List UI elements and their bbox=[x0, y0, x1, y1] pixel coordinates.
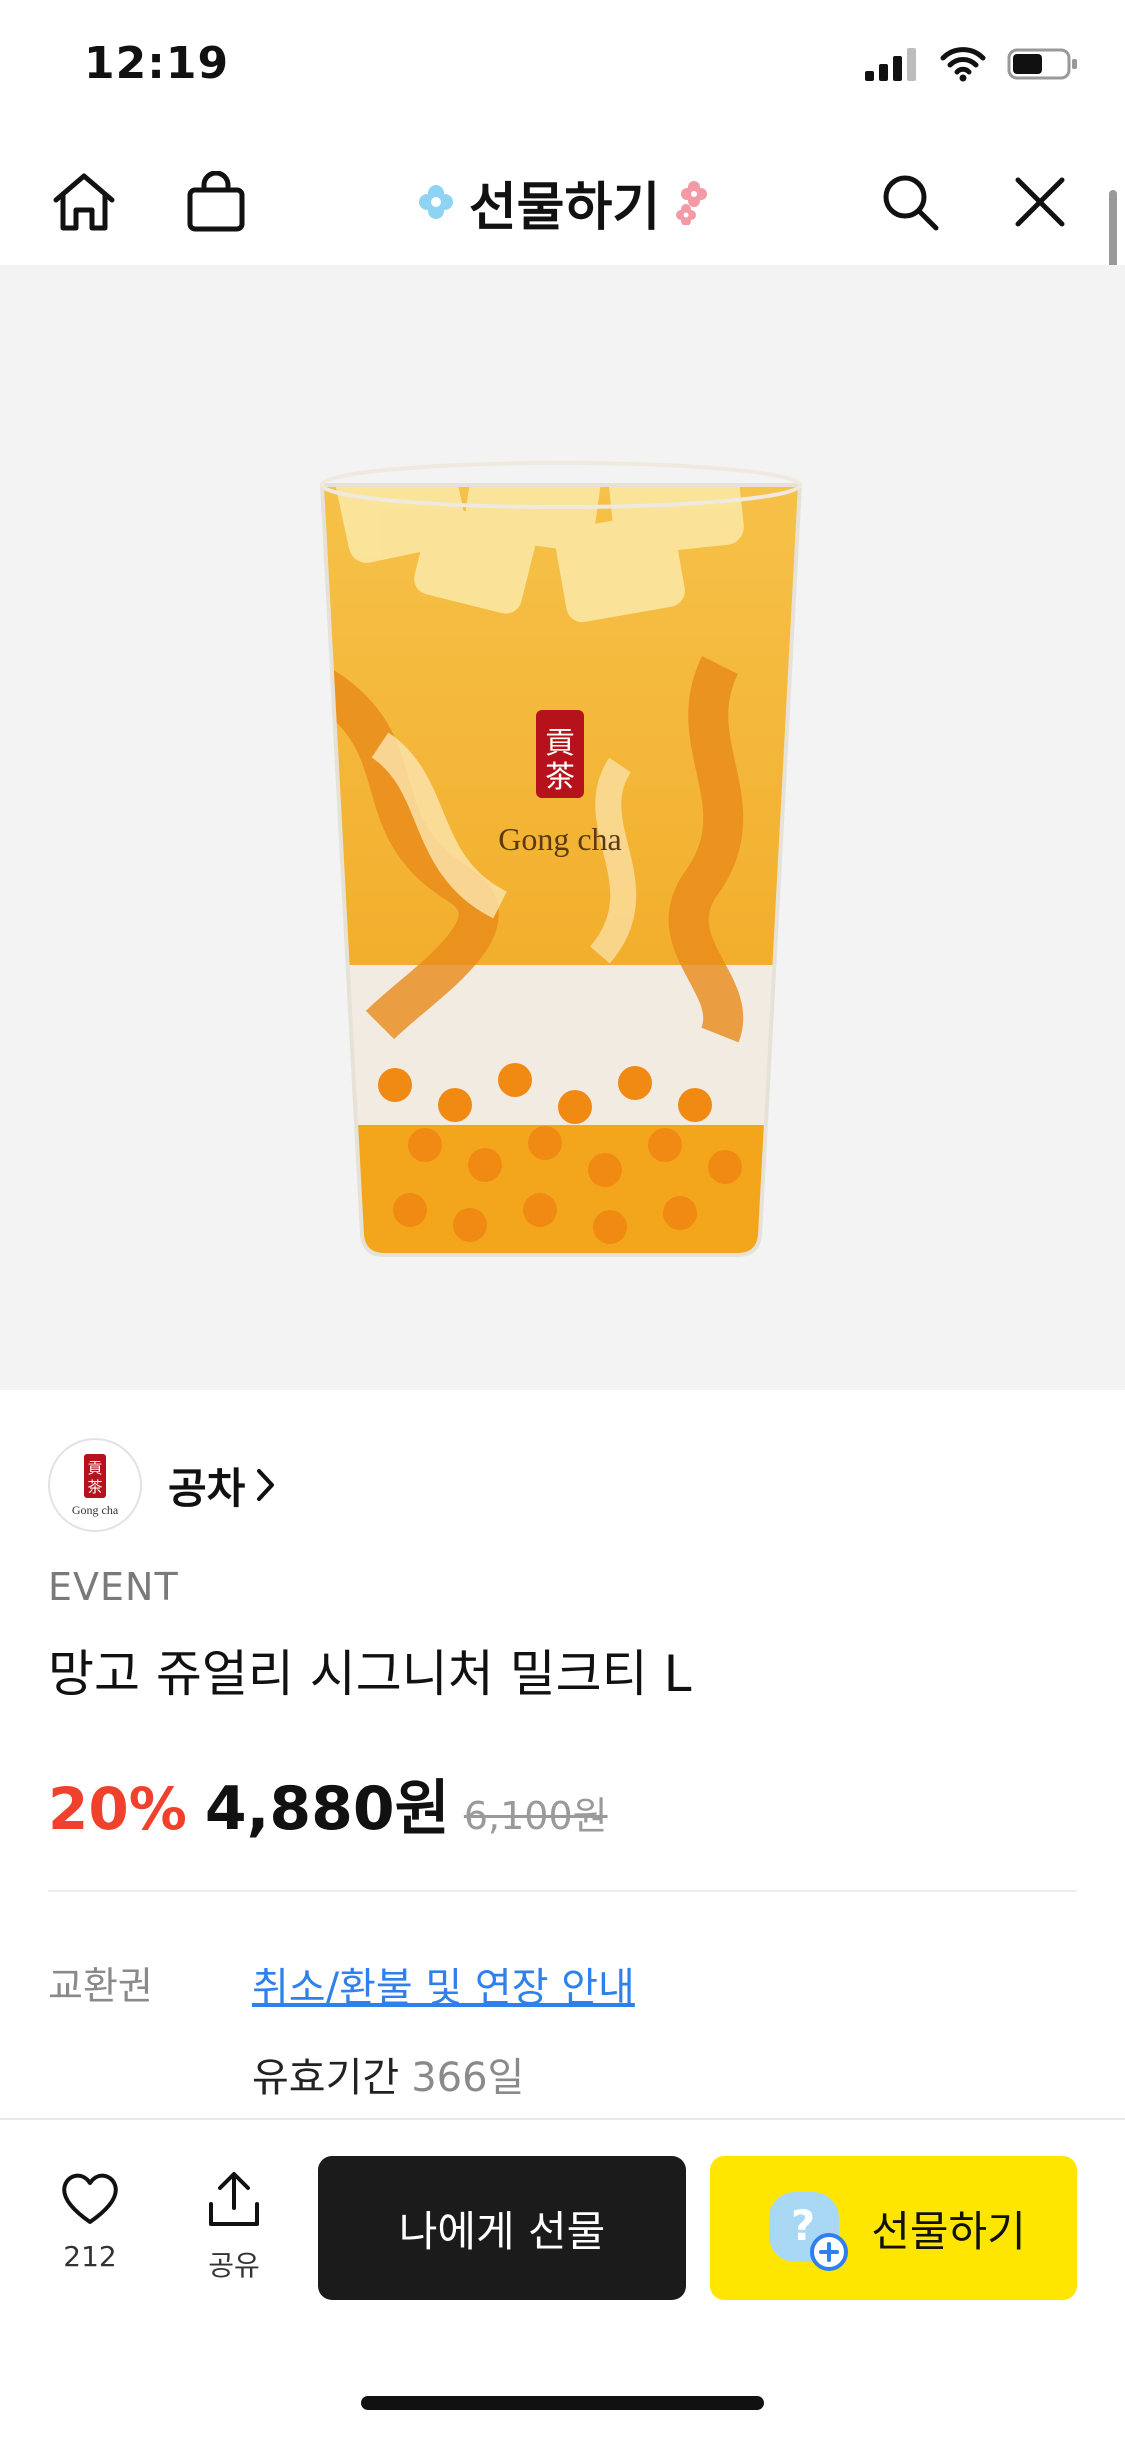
validity-label: 유효기간 bbox=[252, 2055, 400, 2101]
original-price: 6,100원 bbox=[463, 1794, 608, 1838]
friend-add-icon: ? bbox=[769, 2192, 849, 2271]
price-row: 20% 4,880원 6,100원 bbox=[48, 1760, 608, 1847]
gongcha-logo-mark: 貢 茶 bbox=[536, 710, 584, 798]
nav-bar: 선물하기 bbox=[0, 140, 1125, 265]
brand-row[interactable]: 貢 茶 Gong cha 공차 bbox=[48, 1435, 277, 1535]
refund-info-link[interactable]: 취소/환불 및 연장 안내 bbox=[252, 1955, 635, 2013]
search-button[interactable] bbox=[870, 162, 950, 242]
status-icons bbox=[863, 46, 1079, 82]
brand-name: 공차 bbox=[168, 1463, 246, 1513]
product-image: 貢 茶 Gong cha bbox=[0, 265, 1125, 1390]
svg-text:茶: 茶 bbox=[87, 1478, 102, 1496]
share-button[interactable]: 공유 bbox=[184, 2170, 284, 2284]
blue-flower-icon bbox=[418, 185, 453, 219]
brand-logo-icon: 貢 茶 Gong cha bbox=[72, 1454, 119, 1517]
svg-text:貢: 貢 bbox=[545, 726, 575, 761]
event-label: EVENT bbox=[48, 1565, 179, 1609]
pink-flower-icon bbox=[676, 181, 708, 225]
wifi-icon bbox=[940, 47, 986, 82]
bottom-action-bar: 212 공유 나에게 선물 ? 선물하기 bbox=[0, 2118, 1125, 2438]
drink-cup-illustration: 貢 茶 Gong cha bbox=[319, 461, 803, 1257]
svg-text:Gong cha: Gong cha bbox=[72, 1503, 119, 1517]
status-bar: 12:19 bbox=[0, 0, 1125, 130]
svg-text:茶: 茶 bbox=[545, 760, 575, 795]
validity-row: 유효기간 366일 bbox=[252, 2045, 524, 2103]
like-button[interactable]: 212 bbox=[40, 2170, 140, 2273]
gift-button[interactable]: ? 선물하기 bbox=[710, 2156, 1077, 2300]
share-label: 공유 bbox=[208, 2249, 260, 2282]
like-count: 212 bbox=[63, 2240, 117, 2273]
gift-button-label: 선물하기 bbox=[871, 2206, 1026, 2256]
svg-text:?: ? bbox=[791, 2201, 815, 2250]
close-button[interactable] bbox=[1000, 162, 1080, 242]
share-icon bbox=[209, 2172, 259, 2226]
heart-icon bbox=[62, 2173, 118, 2224]
status-time: 12:19 bbox=[84, 38, 230, 89]
discount-rate: 20% bbox=[48, 1775, 187, 1843]
nav-title-text: 선물하기 bbox=[468, 177, 661, 238]
brand-logo: 貢 茶 Gong cha bbox=[48, 1438, 142, 1532]
nav-title: 선물하기 bbox=[0, 162, 1125, 242]
product-title: 망고 쥬얼리 시그니처 밀크티 L bbox=[48, 1645, 692, 1703]
battery-icon bbox=[1007, 48, 1077, 80]
divider bbox=[48, 1890, 1077, 1892]
search-icon bbox=[883, 175, 939, 231]
chevron-right-icon bbox=[255, 1467, 277, 1503]
signal-icon bbox=[865, 48, 916, 81]
validity-value: 366일 bbox=[411, 2055, 525, 2101]
home-indicator bbox=[361, 2396, 764, 2410]
gift-to-self-button[interactable]: 나에게 선물 bbox=[318, 2156, 686, 2300]
sale-price: 4,880원 bbox=[204, 1774, 450, 1844]
close-icon bbox=[1015, 177, 1065, 227]
svg-text:貢: 貢 bbox=[87, 1459, 102, 1477]
voucher-label: 교환권 bbox=[48, 1964, 153, 2008]
gongcha-logo-text: Gong cha bbox=[498, 821, 622, 857]
